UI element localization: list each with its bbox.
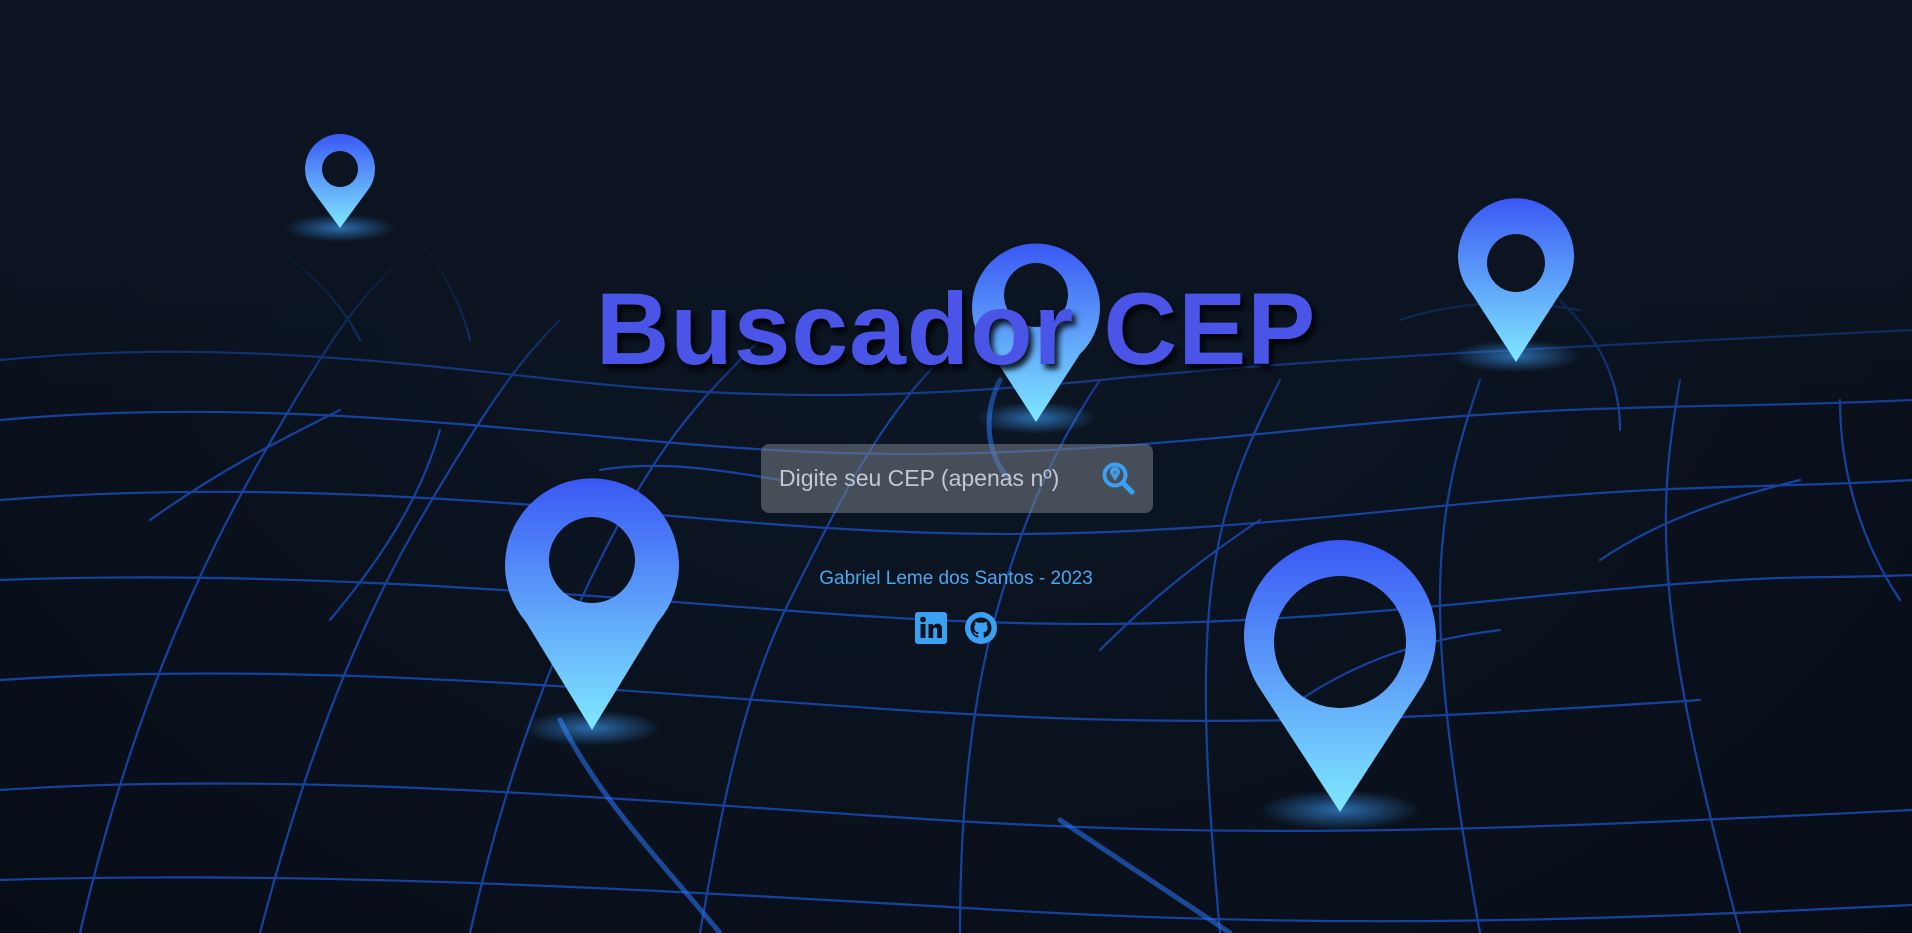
linkedin-icon — [915, 612, 947, 644]
search-button[interactable] — [1101, 461, 1137, 497]
page-title: Buscador CEP — [595, 272, 1317, 386]
author-credit: Gabriel Leme dos Santos - 2023 — [819, 568, 1093, 589]
github-link[interactable] — [964, 611, 998, 645]
github-icon — [965, 612, 997, 644]
search-location-icon — [1102, 462, 1135, 494]
cep-search-form — [761, 444, 1153, 513]
page-background: Buscador CEP Gabriel Leme dos Santos - 2… — [0, 0, 1912, 933]
linkedin-link[interactable] — [914, 611, 948, 645]
cep-search-input[interactable] — [779, 458, 1101, 499]
social-links — [0, 611, 1912, 645]
